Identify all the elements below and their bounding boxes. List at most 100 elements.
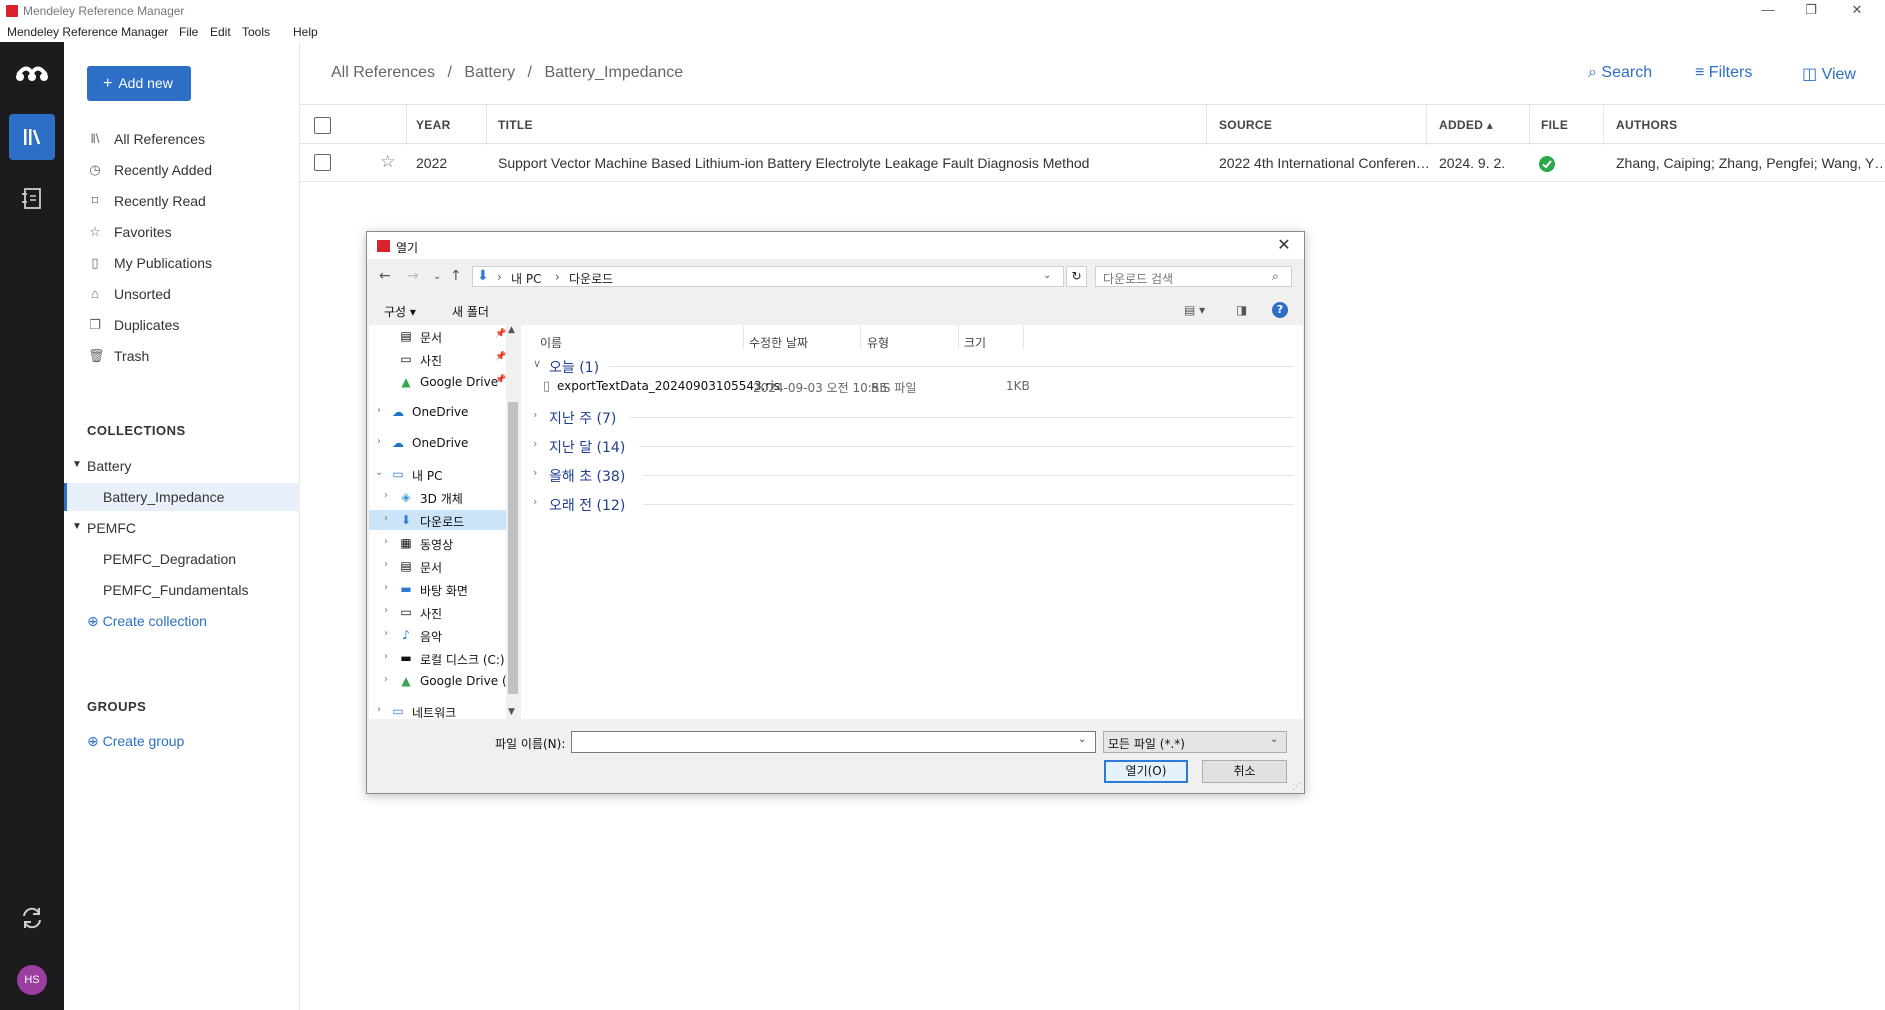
tree-item-documents-quick[interactable]: ▤ 문서 📌 <box>369 326 509 346</box>
menu-help[interactable]: Help <box>293 25 318 39</box>
organize-button[interactable]: 구성 ▾ <box>384 303 416 320</box>
chevron-right-icon[interactable]: › <box>377 704 381 715</box>
create-group-link[interactable]: ⊕ Create group <box>87 733 184 750</box>
sidebar-item-my-publications[interactable]: ▯ My Publications <box>64 251 300 277</box>
file-group-last-month[interactable]: › 지난 달 (14) <box>529 435 1294 457</box>
create-collection-link[interactable]: ⊕ Create collection <box>87 613 207 630</box>
chevron-right-icon[interactable]: › <box>384 628 388 639</box>
dialog-close-button[interactable]: ✕ <box>1274 235 1294 255</box>
caret-down-icon[interactable]: ▼ <box>72 459 82 470</box>
sidebar-item-duplicates[interactable]: ❐ Duplicates <box>64 313 300 339</box>
preview-pane-icon[interactable]: ◨ <box>1236 303 1247 317</box>
chevron-right-icon[interactable]: › <box>384 490 388 501</box>
forward-arrow-icon[interactable]: → <box>407 268 419 284</box>
minimize-button[interactable]: — <box>1760 3 1776 17</box>
column-year[interactable]: YEAR <box>416 118 451 132</box>
collection-pemfc-fundamentals[interactable]: PEMFC_Fundamentals <box>64 576 300 604</box>
help-icon[interactable]: ? <box>1272 302 1288 318</box>
tree-item-google-drive-quick[interactable]: ▲ Google Drive 📌 <box>369 372 509 392</box>
tree-item-local-disk[interactable]: › ▬ 로컬 디스크 (C:) <box>369 648 509 668</box>
search-input[interactable]: 다운로드 검색 ⌕ <box>1095 266 1292 287</box>
resize-grip-icon[interactable]: ⋰ <box>1292 782 1301 792</box>
filters-button[interactable]: ≡ Filters <box>1695 64 1752 82</box>
sync-icon[interactable] <box>18 904 46 932</box>
chevron-down-icon[interactable]: ⌄ <box>1078 734 1086 745</box>
sidebar-item-favorites[interactable]: ☆ Favorites <box>64 220 300 246</box>
column-source[interactable]: SOURCE <box>1219 118 1272 132</box>
avatar[interactable]: HS <box>17 965 47 995</box>
column-date-modified[interactable]: 수정한 날짜 <box>749 334 808 351</box>
scroll-up-icon[interactable]: ▲ <box>508 325 515 335</box>
sidebar-item-recently-added[interactable]: ◷ Recently Added <box>64 158 300 184</box>
column-title[interactable]: TITLE <box>498 118 533 132</box>
refresh-button[interactable]: ↻ <box>1066 266 1087 287</box>
star-icon[interactable]: ☆ <box>380 152 395 172</box>
new-folder-button[interactable]: 새 폴더 <box>452 303 489 320</box>
up-arrow-icon[interactable]: ↑ <box>450 268 462 284</box>
filetype-select[interactable]: 모든 파일 (*.*) ⌄ <box>1103 731 1287 753</box>
table-row[interactable]: ☆ 2022 Support Vector Machine Based Lith… <box>300 144 1885 182</box>
tree-item-downloads[interactable]: › ⬇ 다운로드 <box>369 510 509 530</box>
back-arrow-icon[interactable]: ← <box>379 268 391 284</box>
tree-item-onedrive[interactable]: › ☁ OneDrive <box>369 402 509 422</box>
select-all-checkbox[interactable] <box>314 117 331 134</box>
tree-item-videos[interactable]: › ▦ 동영상 <box>369 533 509 553</box>
open-button[interactable]: 열기(O) <box>1104 760 1188 783</box>
sidebar-item-unsorted[interactable]: ⌂ Unsorted <box>64 282 300 308</box>
chevron-down-icon[interactable]: ⌄ <box>1043 270 1051 281</box>
address-bar[interactable]: ⬇ › 내 PC › 다운로드 ⌄ <box>472 266 1064 287</box>
tree-item-3d-objects[interactable]: › ◈ 3D 개체 <box>369 487 509 507</box>
search-button[interactable]: ⌕ Search <box>1588 64 1652 82</box>
cancel-button[interactable]: 취소 <box>1202 760 1287 783</box>
sidebar-item-trash[interactable]: 🗑 Trash <box>64 344 300 370</box>
sidebar-item-recently-read[interactable]: ⌑ Recently Read <box>64 189 300 215</box>
breadcrumb-item[interactable]: Battery <box>464 64 515 81</box>
close-window-button[interactable]: ✕ <box>1849 3 1865 17</box>
collection-battery[interactable]: ▼ Battery <box>64 452 300 480</box>
row-checkbox[interactable] <box>314 154 331 171</box>
tree-item-onedrive[interactable]: › ☁ OneDrive <box>369 433 509 453</box>
sidebar-item-all-references[interactable]: ‖\ All References <box>64 127 300 153</box>
add-new-button[interactable]: + Add new <box>87 66 191 101</box>
mendeley-logo-icon[interactable] <box>14 61 50 85</box>
column-file[interactable]: FILE <box>1541 118 1568 132</box>
library-button[interactable] <box>9 114 55 160</box>
column-type[interactable]: 유형 <box>867 334 889 351</box>
path-segment[interactable]: 내 PC <box>511 270 541 287</box>
chevron-right-icon[interactable]: › <box>384 605 388 616</box>
chevron-right-icon[interactable]: › <box>384 559 388 570</box>
column-added[interactable]: ADDED ▴ <box>1439 118 1493 132</box>
menu-edit[interactable]: Edit <box>210 25 231 39</box>
file-group-last-week[interactable]: › 지난 주 (7) <box>529 406 1294 428</box>
tree-item-documents[interactable]: › ▤ 문서 <box>369 556 509 576</box>
tree-item-network[interactable]: › ▭ 네트워크 <box>369 701 509 719</box>
collection-battery-impedance[interactable]: Battery_Impedance <box>64 483 300 511</box>
tree-item-this-pc[interactable]: ⌄ ▭ 내 PC <box>369 464 509 484</box>
notebook-icon[interactable] <box>18 185 46 213</box>
tree-scrollbar-thumb[interactable] <box>508 402 518 694</box>
chevron-down-icon[interactable]: ⌄ <box>375 467 383 478</box>
collection-pemfc[interactable]: ▼ PEMFC <box>64 514 300 542</box>
breadcrumb-item[interactable]: All References <box>331 64 435 81</box>
view-button[interactable]: ◫ View <box>1802 64 1856 84</box>
tree-item-music[interactable]: › ♪ 음악 <box>369 625 509 645</box>
chevron-right-icon[interactable]: › <box>384 582 388 593</box>
scroll-down-icon[interactable]: ▼ <box>508 707 515 717</box>
recent-locations-chevron-icon[interactable]: ⌄ <box>433 271 441 282</box>
view-options-icon[interactable]: ▤ ▾ <box>1184 303 1205 317</box>
filename-input[interactable]: ⌄ <box>571 731 1096 753</box>
file-available-icon[interactable] <box>1539 156 1555 172</box>
menu-tools[interactable]: Tools <box>242 25 270 39</box>
column-name[interactable]: 이름 <box>540 334 562 351</box>
tree-item-desktop[interactable]: › ▬ 바탕 화면 <box>369 579 509 599</box>
file-group-earlier-this-year[interactable]: › 올해 초 (38) <box>529 464 1294 486</box>
tree-item-pictures[interactable]: › ▭ 사진 <box>369 602 509 622</box>
tree-item-google-drive[interactable]: › ▲ Google Drive (G <box>369 671 516 691</box>
file-row[interactable]: ▯ exportTextData_20240903105543.ris 2024… <box>521 376 1303 396</box>
file-group-a-long-time-ago[interactable]: › 오래 전 (12) <box>529 493 1294 515</box>
chevron-right-icon[interactable]: › <box>384 674 388 685</box>
menu-file[interactable]: File <box>179 25 198 39</box>
chevron-right-icon[interactable]: › <box>384 536 388 547</box>
column-authors[interactable]: AUTHORS <box>1616 118 1677 132</box>
chevron-right-icon[interactable]: › <box>384 513 388 524</box>
